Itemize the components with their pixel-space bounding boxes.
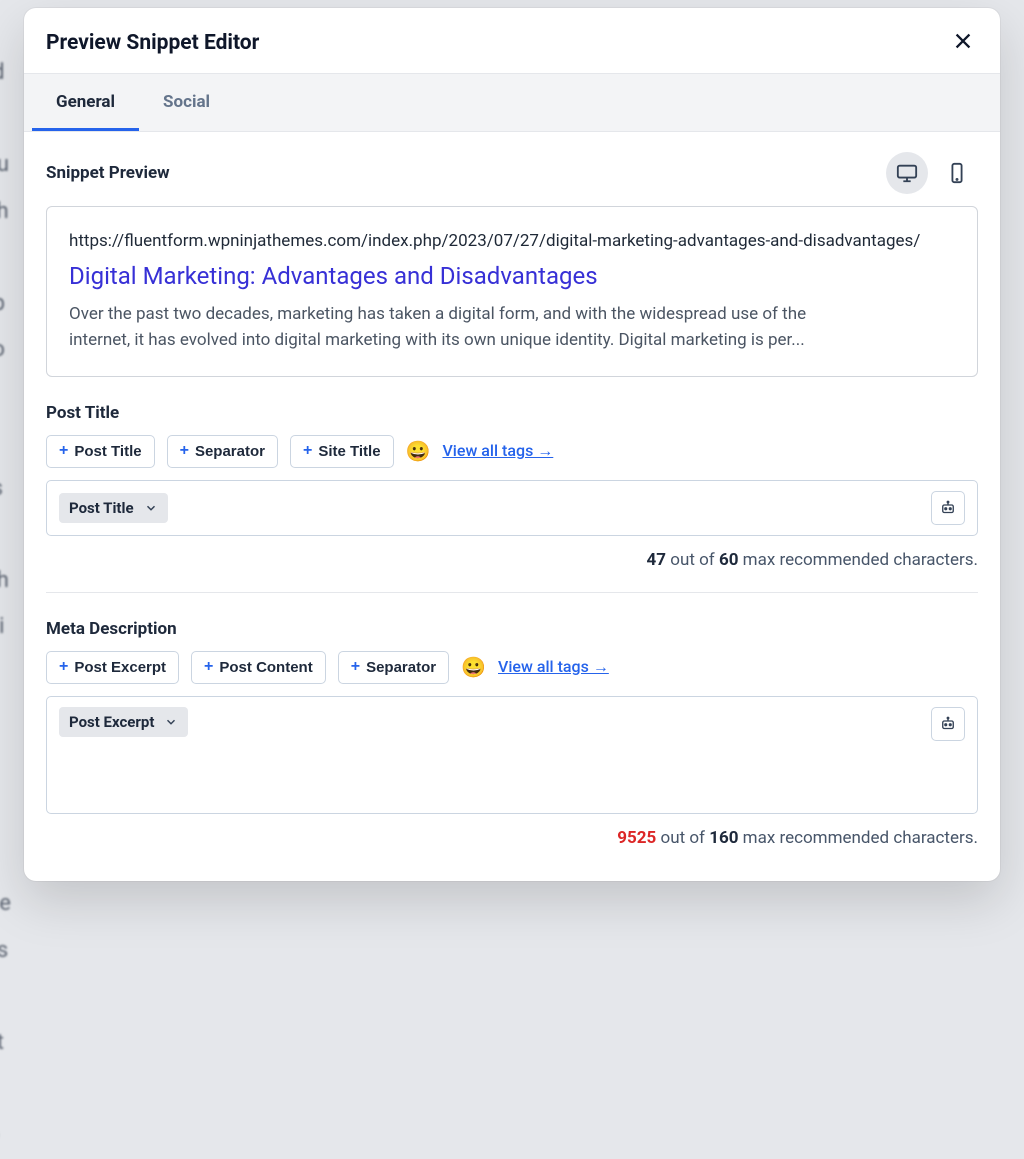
meta-description-section: Meta Description + Post Excerpt + Post Con… <box>46 619 978 848</box>
tab-general[interactable]: General <box>32 74 139 131</box>
tag-separator[interactable]: + Separator <box>167 435 278 468</box>
tab-social[interactable]: Social <box>139 74 234 131</box>
plus-icon: + <box>351 659 360 675</box>
tag-label: Post Excerpt <box>74 659 166 676</box>
meta-description-tag-row: + Post Excerpt + Post Content + Separator 😀… <box>46 651 978 684</box>
desktop-icon <box>896 162 918 184</box>
chip-label: Post Title <box>69 499 134 517</box>
desktop-preview-button[interactable] <box>886 152 928 194</box>
tag-label: Separator <box>195 443 265 460</box>
preview-url: https://fluentform.wpninjathemes.com/ind… <box>69 231 955 251</box>
chip-label: Post Excerpt <box>69 713 154 731</box>
tag-label: Site Title <box>318 443 380 460</box>
mobile-icon <box>946 162 968 184</box>
post-title-section: Post Title + Post Title + Separator + Site … <box>46 403 978 570</box>
plus-icon: + <box>59 659 68 675</box>
meta-description-counter: 9525 out of 160 max recommended characte… <box>46 828 978 848</box>
count-current: 9525 <box>617 828 656 848</box>
close-button[interactable] <box>948 26 978 59</box>
snippet-preview-card: https://fluentform.wpninjathemes.com/ind… <box>46 206 978 377</box>
plus-icon: + <box>180 443 189 459</box>
modal-header: Preview Snippet Editor <box>24 8 1000 74</box>
meta-description-input[interactable]: Post Excerpt <box>46 696 978 814</box>
post-title-tag-row: + Post Title + Separator + Site Title 😀 Vie… <box>46 435 978 468</box>
chevron-down-icon <box>144 501 158 515</box>
tag-post-title[interactable]: + Post Title <box>46 435 155 468</box>
view-all-tags-link[interactable]: View all tags → <box>442 441 553 461</box>
post-title-chip[interactable]: Post Title <box>59 493 168 523</box>
emoji-picker-button[interactable]: 😀 <box>406 439 431 463</box>
preview-title: Digital Marketing: Advantages and Disadv… <box>69 261 955 291</box>
robot-icon <box>939 715 957 733</box>
robot-icon <box>939 499 957 517</box>
post-title-label: Post Title <box>46 403 978 423</box>
tag-label: Separator <box>366 659 436 676</box>
plus-icon: + <box>303 443 312 459</box>
count-max: 160 <box>709 828 738 848</box>
emoji-picker-button[interactable]: 😀 <box>461 655 486 679</box>
tag-label: Post Title <box>74 443 141 460</box>
tab-bar: General Social <box>24 74 1000 132</box>
plus-icon: + <box>204 659 213 675</box>
ai-generate-button[interactable] <box>931 707 965 741</box>
device-toggle-group <box>886 152 978 194</box>
snippet-editor-modal: Preview Snippet Editor General Social Sn… <box>24 8 1000 881</box>
count-current: 47 <box>647 550 667 570</box>
tag-site-title[interactable]: + Site Title <box>290 435 394 468</box>
close-icon <box>952 30 974 52</box>
preview-description: Over the past two decades, marketing has… <box>69 301 829 354</box>
count-max: 60 <box>719 550 739 570</box>
tag-post-excerpt[interactable]: + Post Excerpt <box>46 651 179 684</box>
snippet-preview-label: Snippet Preview <box>46 163 170 183</box>
modal-title: Preview Snippet Editor <box>46 31 259 55</box>
modal-body: Snippet Preview https://fluentform.wpnin… <box>24 132 1000 881</box>
ai-generate-button[interactable] <box>931 491 965 525</box>
meta-description-label: Meta Description <box>46 619 978 639</box>
tag-separator[interactable]: + Separator <box>338 651 449 684</box>
plus-icon: + <box>59 443 68 459</box>
post-excerpt-chip[interactable]: Post Excerpt <box>59 707 188 737</box>
post-title-input[interactable]: Post Title <box>46 480 978 536</box>
section-divider <box>46 592 978 593</box>
tag-post-content[interactable]: + Post Content <box>191 651 326 684</box>
snippet-preview-header: Snippet Preview <box>46 152 978 194</box>
tag-label: Post Content <box>219 659 312 676</box>
post-title-counter: 47 out of 60 max recommended characters. <box>46 550 978 570</box>
mobile-preview-button[interactable] <box>936 152 978 194</box>
chevron-down-icon <box>164 715 178 729</box>
view-all-tags-link[interactable]: View all tags → <box>498 657 609 677</box>
